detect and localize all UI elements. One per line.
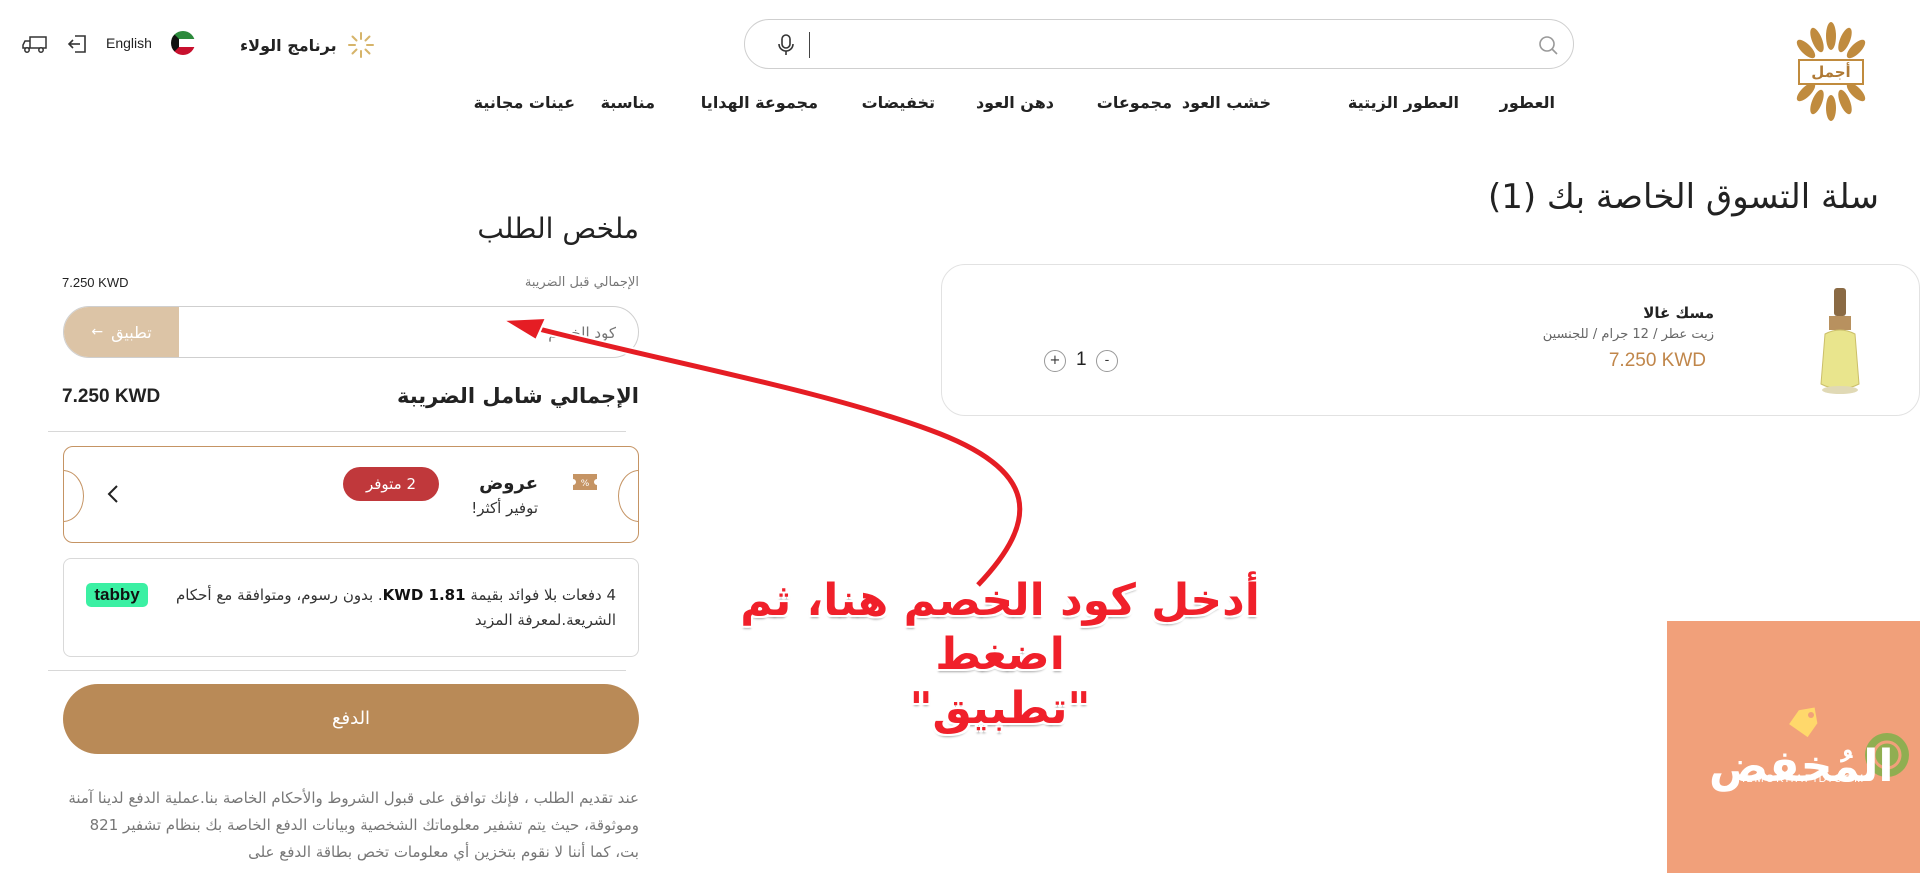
cart-item-card xyxy=(941,264,1920,416)
nav-perfumes[interactable]: العطور xyxy=(1500,93,1555,112)
offers-card[interactable]: % عروض توفير أكثر! 2 متوفر xyxy=(63,446,639,543)
chevron-left-icon[interactable] xyxy=(106,483,120,505)
microphone-icon[interactable] xyxy=(775,33,797,57)
kuwait-flag-icon[interactable] xyxy=(171,31,195,55)
order-summary-title: ملخص الطلب xyxy=(477,212,639,245)
search-bar[interactable] xyxy=(744,19,1574,69)
tabby-installments-card: 4 دفعات بلا فوائد بقيمة 1.81 KWD. بدون ر… xyxy=(63,558,639,657)
ticket-notch-right xyxy=(618,470,638,522)
divider xyxy=(48,670,626,671)
subtotal-value: 7.250 KWD xyxy=(62,275,129,290)
tabby-description: 4 دفعات بلا فوائد بقيمة 1.81 KWD. بدون ر… xyxy=(166,583,616,633)
annotation-line-1: أدخل كود الخصم هنا، ثم اضغط xyxy=(740,575,1260,680)
language-switch[interactable]: English xyxy=(106,35,152,51)
search-input[interactable] xyxy=(817,28,1521,64)
offers-available-badge: 2 متوفر xyxy=(343,467,439,501)
tabby-logo: tabby xyxy=(86,583,148,607)
product-image[interactable] xyxy=(1815,286,1865,396)
nav-collections[interactable]: مجموعات xyxy=(1097,93,1172,112)
watermark-url: ALMOKHAFID.COM xyxy=(1737,773,1866,785)
product-description: زيت عطر / 12 جرام / للجنسين xyxy=(1542,327,1714,342)
product-price: 7.250 KWD xyxy=(1608,350,1706,371)
ticket-notch-left xyxy=(64,470,84,522)
quantity-increase-button[interactable]: + xyxy=(1044,350,1066,372)
svg-text:%: % xyxy=(581,479,590,489)
search-icon[interactable] xyxy=(1537,34,1559,56)
price-tag-icon xyxy=(1789,707,1818,737)
login-icon[interactable] xyxy=(66,34,88,54)
arrow-left-icon: ← xyxy=(91,324,104,340)
subtotal-label: الإجمالي قبل الضريبة xyxy=(524,275,639,290)
tabby-learn-more-link[interactable]: لمعرفة المزيد xyxy=(475,611,561,629)
brand-logo-text: أجمل xyxy=(1811,63,1851,81)
sun-icon xyxy=(347,32,374,58)
tabby-amount: 1.81 KWD xyxy=(382,586,466,604)
loyalty-program-link[interactable]: برنامج الولاء xyxy=(240,30,375,60)
divider xyxy=(48,431,626,432)
coupon-ticket-icon: % xyxy=(573,474,597,490)
total-label: الإجمالي شامل الضريبة xyxy=(396,384,639,408)
tabby-text-before: 4 دفعات بلا فوائد بقيمة xyxy=(470,586,616,604)
nav-sale[interactable]: تخفيضات xyxy=(862,93,935,112)
legal-notice: عند تقديم الطلب ، فإنك توافق على قبول ال… xyxy=(68,789,639,861)
loyalty-program-label: برنامج الولاء xyxy=(240,35,337,55)
apply-coupon-label: تطبيق xyxy=(111,322,152,342)
product-name[interactable]: مسك غالا xyxy=(1643,304,1714,322)
nav-oud-oil[interactable]: دهن العود xyxy=(976,93,1054,112)
annotation-instruction: أدخل كود الخصم هنا، ثم اضغط "تطبيق" xyxy=(700,574,1300,736)
nav-free-samples[interactable]: عينات مجانية xyxy=(474,93,575,112)
nav-occasion[interactable]: مناسبة xyxy=(601,93,655,112)
offers-title: عروض xyxy=(479,473,538,494)
total-value: 7.250 KWD xyxy=(62,386,161,407)
coupon-input[interactable] xyxy=(184,307,616,357)
annotation-line-2: "تطبيق" xyxy=(909,683,1091,734)
watermark: المُخفض ALMOKHAFID.COM xyxy=(1667,621,1920,873)
quantity-value: 1 xyxy=(1076,349,1087,370)
quantity-decrease-button[interactable]: - xyxy=(1096,350,1118,372)
nav-oil-perfumes[interactable]: العطور الزيتية xyxy=(1348,93,1459,112)
brand-logo[interactable]: أجمل xyxy=(1795,22,1867,122)
search-caret xyxy=(809,32,810,58)
nav-oud-wood[interactable]: خشب العود xyxy=(1182,93,1271,112)
apply-coupon-button[interactable]: تطبيق ← xyxy=(64,307,179,357)
delivery-truck-icon[interactable] xyxy=(22,34,48,54)
cart-title: سلة التسوق الخاصة بك (1) xyxy=(1487,177,1879,217)
checkout-pay-button[interactable]: الدفع xyxy=(63,684,639,754)
offers-subtitle: توفير أكثر! xyxy=(471,499,538,517)
nav-gift-sets[interactable]: مجموعة الهدايا xyxy=(701,93,818,112)
coupon-field[interactable]: تطبيق ← xyxy=(63,306,639,358)
